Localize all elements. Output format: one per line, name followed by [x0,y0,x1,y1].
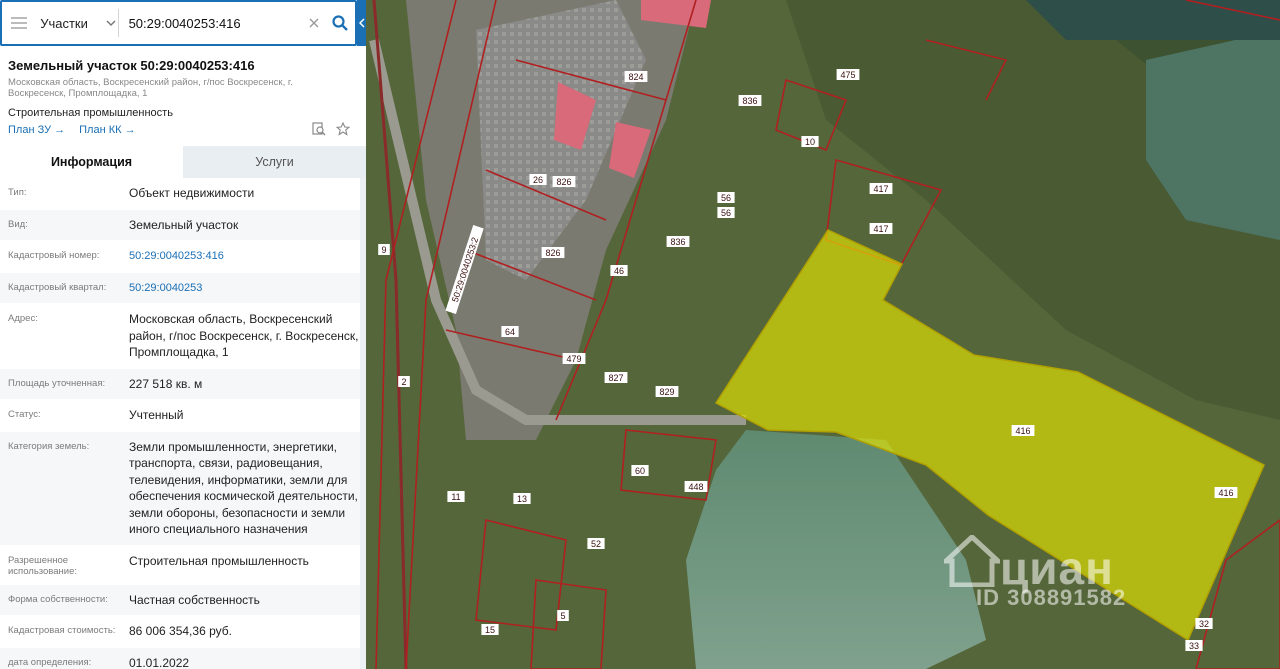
plot-label[interactable]: 64 [505,327,515,337]
info-value: 86 006 354,36 руб. [129,624,232,638]
info-key: Адрес: [8,313,38,324]
map-view[interactable]: 417 417 416 416 475 836 10 824 56 56 836 26 826 826 46… [366,0,1280,669]
plot-label[interactable]: 416 [1015,426,1030,436]
search-icon[interactable] [324,3,355,43]
info-key: Форма собственности: [8,593,108,605]
plot-label[interactable]: 479 [566,354,581,364]
info-value: Московская область, Воскресенский район,… [129,312,359,359]
search-input[interactable] [118,3,305,43]
plan-links: План ЗУ → План КК → [8,124,136,136]
plot-label[interactable]: 46 [614,266,624,276]
plan-zu-link[interactable]: План ЗУ → [8,124,65,136]
info-row: Площадь уточненная: 227 518 кв. м [0,368,366,400]
plot-label[interactable]: 52 [591,539,601,549]
info-row: Статус: Учтенный [0,400,366,432]
info-row: Кадастровый квартал: 50:29:0040253 [0,272,366,304]
plot-label[interactable]: 56 [721,208,731,218]
info-key: Кадастровая стоимость: [8,625,116,636]
tab-info[interactable]: Информация [0,146,183,178]
plot-label[interactable]: 2 [401,377,406,387]
plot-label[interactable]: 836 [670,237,685,247]
info-value: Учтенный [129,408,184,422]
plot-label[interactable]: 416 [1218,488,1233,498]
layer-select[interactable]: Участки [36,2,117,44]
info-key: Тип: [8,187,27,198]
plot-header: Земельный участок 50:29:0040253:416 Моск… [8,58,353,119]
info-row: Разрешенное использование: Строительная п… [0,546,366,585]
plot-label[interactable]: 829 [659,387,674,397]
info-value: Частная собственность [129,592,260,607]
info-key: Кадастровый номер: [8,250,100,261]
layer-select-value: Участки [40,15,88,31]
info-key: дата определения: [8,656,92,668]
info-key: Площадь уточненная: [8,377,106,389]
plot-address: Московская область, Воскресенский район,… [8,77,293,99]
info-row: Кадастровая стоимость: 86 006 354,36 руб. [0,616,366,648]
chevron-down-icon [106,17,116,29]
info-row: Тип: Объект недвижимости [0,178,366,210]
info-panel: Участки Земельный участок 50:29:0040253:… [0,0,366,669]
plot-label[interactable]: 11 [451,492,460,502]
info-row: Адрес: Московская область, Воскресенский … [0,304,366,369]
plan-kk-link[interactable]: План КК → [79,124,135,136]
info-row: Кадастровый номер: 50:29:0040253:416 [0,241,366,273]
plot-label[interactable]: 836 [742,96,757,106]
info-value-link[interactable]: 50:29:0040253:416 [129,248,359,265]
plot-label[interactable]: 9 [381,245,386,255]
info-value: Объект недвижимости [129,186,255,200]
plot-label[interactable]: 475 [840,70,855,80]
info-key: Разрешенное использование: [8,554,78,577]
plot-label[interactable]: 26 [533,175,543,185]
plot-label[interactable]: 10 [805,137,815,147]
panel-tabs: Информация Услуги [0,146,366,178]
plot-label[interactable]: 32 [1199,619,1209,629]
plot-label[interactable]: 826 [556,177,571,187]
plot-label[interactable]: 827 [608,373,623,383]
info-row: Вид: Земельный участок [0,209,366,241]
water-top [1026,0,1280,40]
plot-label[interactable]: 60 [635,466,645,476]
star-icon[interactable] [336,122,350,136]
header-actions [312,122,350,136]
hamburger-icon[interactable] [2,2,36,44]
info-value: Строительная промышленность [129,553,309,568]
scrollbar[interactable] [360,178,366,669]
plot-label[interactable]: 417 [873,224,888,234]
satellite-map[interactable]: 417 417 416 416 475 836 10 824 56 56 836 26 826 826 46… [366,0,1280,669]
plot-label[interactable]: 448 [688,482,703,492]
plot-label[interactable]: 33 [1189,641,1199,651]
info-key: Вид: [8,218,28,230]
info-key: Статус: [8,409,41,420]
plot-label[interactable]: 13 [517,494,527,504]
document-search-icon[interactable] [312,122,326,136]
plot-label[interactable]: 824 [628,72,643,82]
info-key: Кадастровый квартал: [8,281,107,293]
plot-label[interactable]: 5 [560,611,565,621]
info-row: дата определения: 01.01.2022 [0,647,366,669]
plot-label[interactable]: 417 [873,184,888,194]
page-title: Земельный участок 50:29:0040253:416 [8,58,255,73]
info-value-link[interactable]: 50:29:0040253 [129,280,359,297]
info-value: 227 518 кв. м [129,376,203,391]
search-bar: Участки [0,0,357,46]
info-key: Категория земель: [8,440,90,452]
plot-label[interactable]: 15 [485,625,495,635]
info-value: 01.01.2022 [129,655,190,669]
info-value: Земельный участок [129,217,239,232]
info-row: Форма собственности: Частная собственност… [0,584,366,616]
plot-label[interactable]: 56 [721,193,731,203]
tab-services[interactable]: Услуги [183,146,366,178]
plot-purpose: Строительная промышленность [8,107,173,119]
info-value: Земли промышленности, энергетики, трансп… [129,439,358,537]
chevron-left-icon[interactable] [357,0,366,46]
info-table: Тип: Объект недвижимости Вид: Земельный уча… [0,178,366,669]
plot-label[interactable]: 826 [545,248,560,258]
info-row: Категория земель: Земли промышленности, э… [0,431,366,546]
close-icon[interactable] [305,3,325,43]
